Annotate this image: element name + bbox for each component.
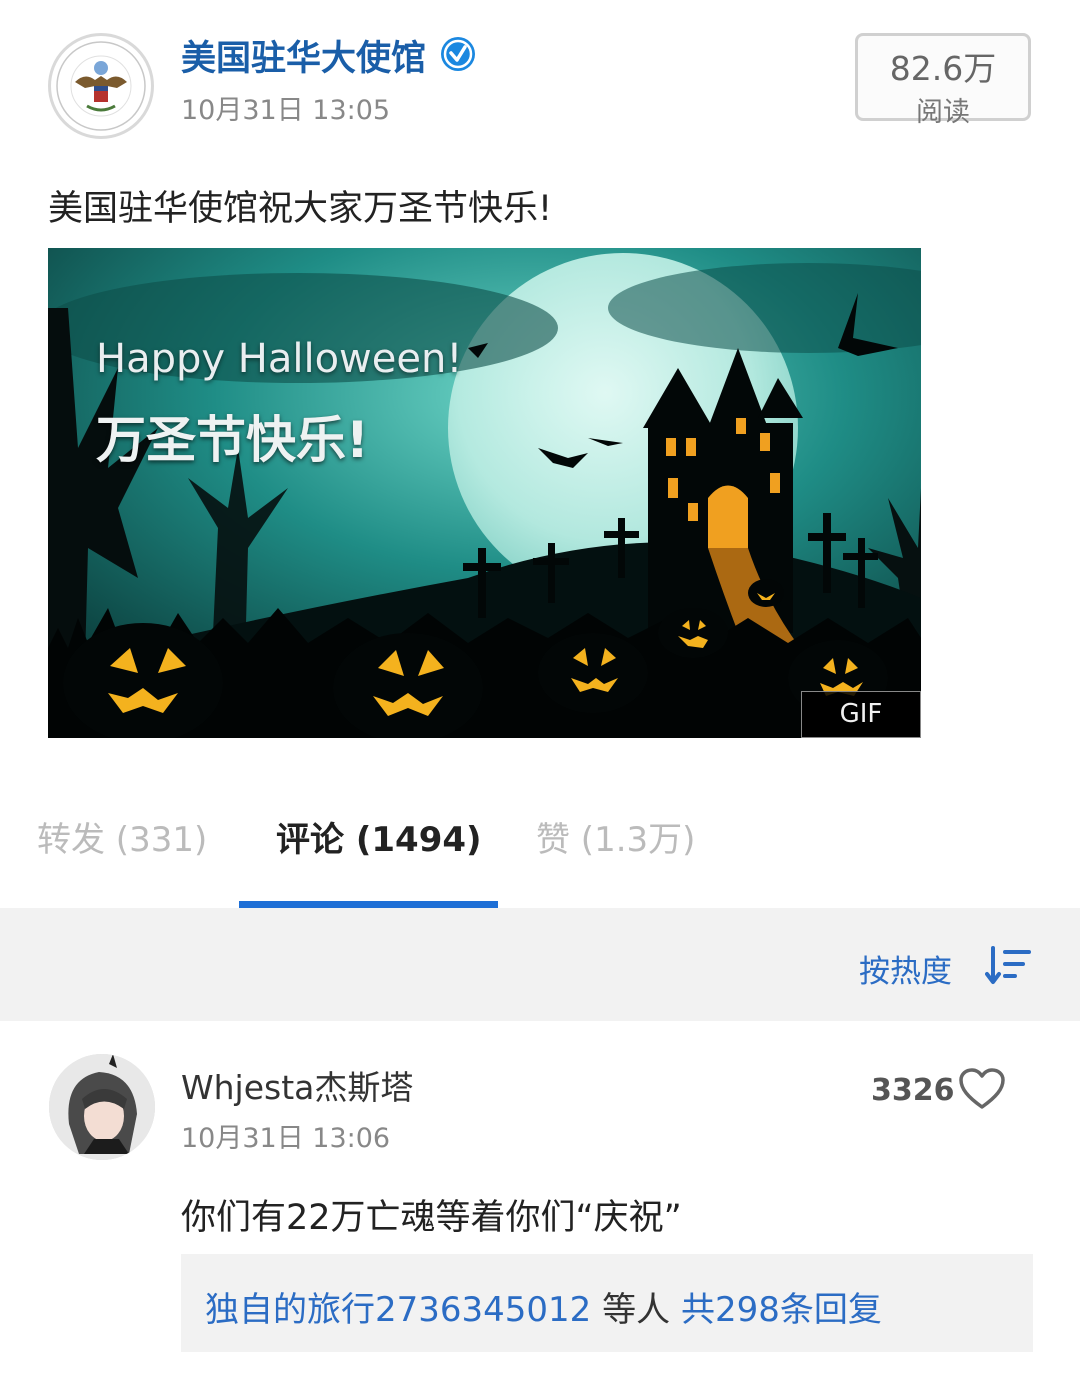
post-tabs: 转发 (331) 评论 (1494) 赞 (1.3万): [0, 790, 1080, 908]
image-title-english: Happy Halloween!: [96, 336, 463, 382]
view-all-replies-link[interactable]: 共298条回复: [681, 1290, 882, 1330]
commenter-username[interactable]: Whjesta杰斯塔: [181, 1061, 413, 1109]
sort-bar: 按热度: [0, 908, 1080, 1021]
tab-likes[interactable]: 赞 (1.3万): [536, 812, 695, 861]
active-tab-indicator: [239, 901, 498, 908]
image-title-chinese: 万圣节快乐!: [96, 411, 369, 469]
read-count: 82.6万: [889, 49, 997, 88]
gif-badge: GIF: [801, 691, 921, 738]
reply-user-link[interactable]: 独自的旅行2736345012: [205, 1290, 591, 1330]
comment-time: 10月31日 13:06: [181, 1123, 391, 1154]
reply-summary-text: 独自的旅行2736345012 等人 共298条回复: [205, 1282, 882, 1331]
account-name[interactable]: 美国驻华大使馆: [181, 30, 426, 81]
reply-mid-text: 等人: [591, 1290, 681, 1330]
sort-icon[interactable]: [985, 946, 1031, 986]
sort-by-hot-button[interactable]: 按热度: [859, 946, 952, 991]
embassy-avatar[interactable]: [48, 33, 154, 139]
tab-comments[interactable]: 评论 (1494): [276, 812, 482, 861]
post-header: 美国驻华大使馆 10月31日 13:05 82.6万 阅读: [0, 0, 1080, 160]
comment-item: Whjesta杰斯塔 10月31日 13:06 3326 你们有22万亡魂等着你…: [0, 1021, 1080, 1373]
post-text: 美国驻华使馆祝大家万圣节快乐!: [48, 189, 553, 229]
comment-text: 你们有22万亡魂等着你们“庆祝”: [181, 1198, 682, 1238]
comment-like-count: 3326: [871, 1073, 955, 1108]
tab-reposts[interactable]: 转发 (331): [37, 812, 207, 861]
post-time: 10月31日 13:05: [181, 95, 391, 126]
read-label: 阅读: [916, 97, 970, 128]
verified-icon: [441, 37, 475, 71]
heart-icon[interactable]: [958, 1067, 1006, 1111]
reply-summary[interactable]: 独自的旅行2736345012 等人 共298条回复: [181, 1254, 1033, 1352]
read-count-badge: 82.6万 阅读: [855, 33, 1031, 128]
halloween-gif-image[interactable]: [48, 248, 921, 738]
commenter-avatar[interactable]: [49, 1054, 155, 1160]
